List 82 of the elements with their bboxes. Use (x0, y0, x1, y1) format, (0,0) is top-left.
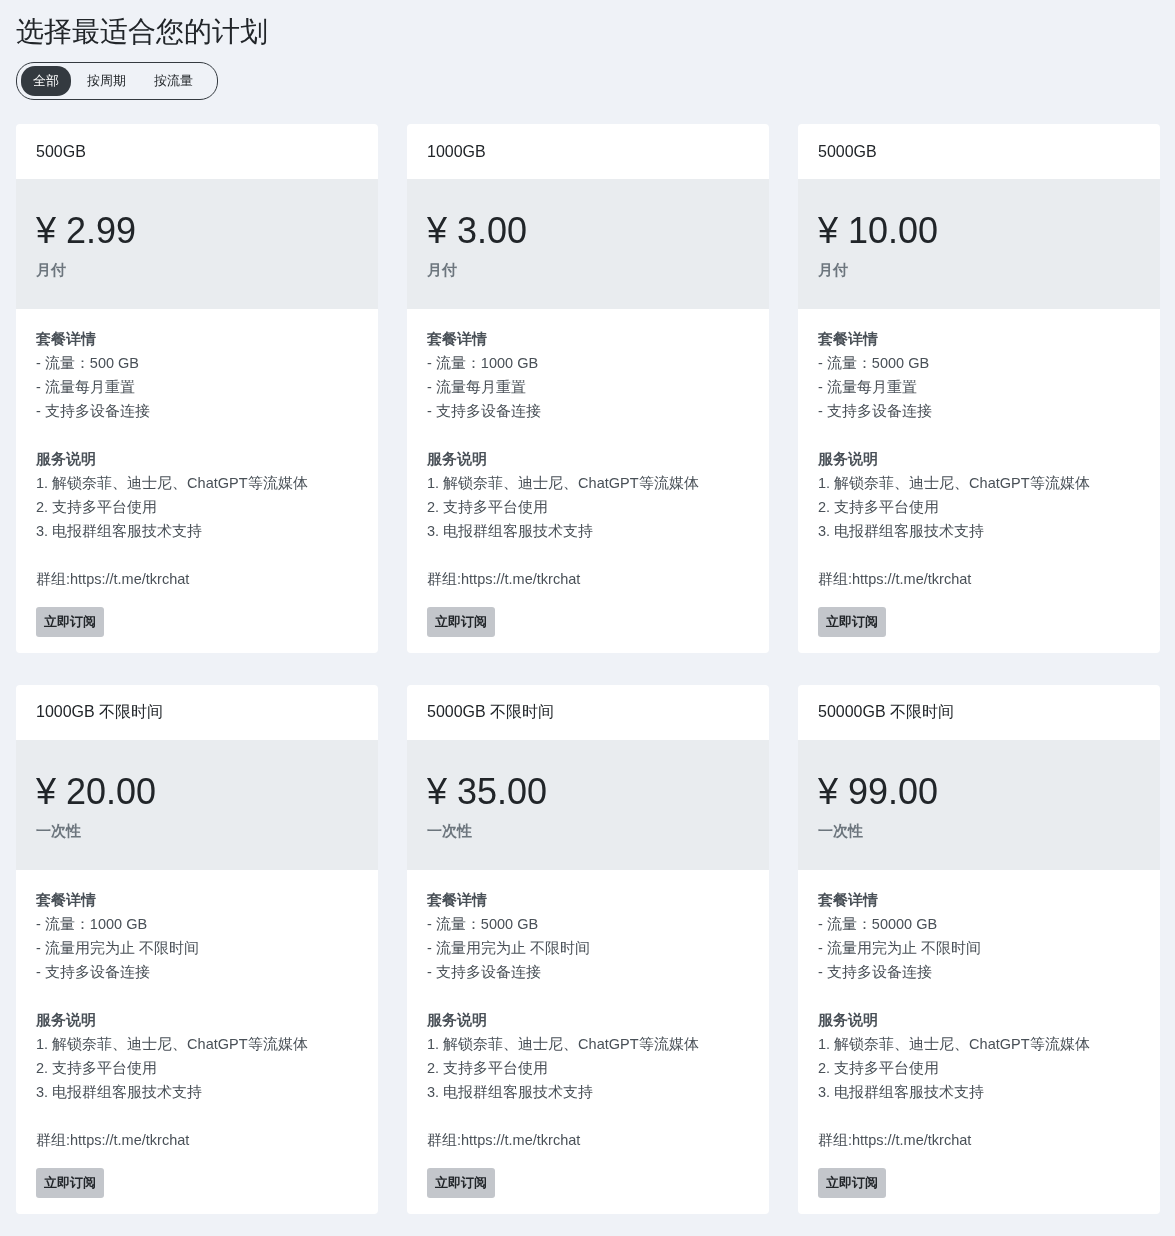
billing-period: 月付 (427, 261, 458, 281)
page-title: 选择最适合您的计划 (16, 15, 269, 49)
subscribe-button[interactable]: 立即订阅 (818, 1168, 886, 1199)
subscribe-button[interactable]: 立即订阅 (818, 607, 886, 638)
service-line: 1. 解锁奈菲、迪士尼、ChatGPT等流媒体 (427, 1035, 700, 1055)
service-line: 2. 支持多平台使用 (36, 1059, 159, 1079)
section-title: 套餐详情 (36, 330, 97, 350)
detail-line: - 流量每月重置 (36, 378, 136, 398)
plan-name: 1000GB (427, 142, 486, 161)
filter-tab[interactable]: 按流量 (142, 66, 205, 97)
section-title: 套餐详情 (818, 330, 879, 350)
detail-line: - 流量每月重置 (818, 378, 918, 398)
plan-price: ¥ 2.99 (36, 209, 138, 254)
service-line: 1. 解锁奈菲、迪士尼、ChatGPT等流媒体 (427, 474, 700, 494)
section-title: 套餐详情 (36, 891, 97, 911)
plan-name: 50000GB 不限时间 (818, 702, 955, 723)
billing-period: 一次性 (427, 822, 473, 842)
group-link-text: 群组:https://t.me/tkrchat (818, 570, 973, 590)
section-title: 套餐详情 (818, 891, 879, 911)
billing-period: 月付 (36, 261, 67, 281)
detail-line: - 流量用完为止 不限时间 (36, 939, 200, 959)
plan-name: 5000GB 不限时间 (427, 702, 555, 723)
detail-line: - 支持多设备连接 (427, 963, 542, 983)
detail-line: - 流量：1000 GB (427, 354, 540, 374)
plan-name: 500GB (36, 142, 86, 161)
group-link-text: 群组:https://t.me/tkrchat (427, 1131, 582, 1151)
detail-line: - 流量用完为止 不限时间 (427, 939, 591, 959)
detail-line: - 流量：5000 GB (818, 354, 931, 374)
section-title: 服务说明 (36, 450, 97, 470)
plan-price: ¥ 99.00 (818, 770, 940, 815)
detail-line: - 支持多设备连接 (36, 402, 151, 422)
detail-line: - 流量：50000 GB (818, 915, 939, 935)
service-line: 3. 电报群组客服技术支持 (818, 522, 986, 542)
detail-line: - 支持多设备连接 (36, 963, 151, 983)
filter-tab[interactable]: 全部 (21, 66, 71, 97)
plan-name: 1000GB 不限时间 (36, 702, 164, 723)
detail-line: - 流量：1000 GB (36, 915, 149, 935)
detail-line: - 流量：5000 GB (427, 915, 540, 935)
plan-price: ¥ 10.00 (818, 209, 940, 254)
detail-line: - 流量：500 GB (36, 354, 141, 374)
subscribe-button[interactable]: 立即订阅 (427, 607, 495, 638)
section-title: 服务说明 (36, 1011, 97, 1031)
service-line: 3. 电报群组客服技术支持 (427, 1083, 595, 1103)
billing-period: 一次性 (36, 822, 82, 842)
service-line: 2. 支持多平台使用 (818, 498, 941, 518)
service-line: 3. 电报群组客服技术支持 (818, 1083, 986, 1103)
section-title: 服务说明 (427, 450, 488, 470)
filter-tab[interactable]: 按周期 (75, 66, 138, 97)
section-title: 服务说明 (427, 1011, 488, 1031)
service-line: 1. 解锁奈菲、迪士尼、ChatGPT等流媒体 (36, 474, 309, 494)
section-title: 服务说明 (818, 1011, 879, 1031)
section-title: 服务说明 (818, 450, 879, 470)
detail-line: - 流量每月重置 (427, 378, 527, 398)
plan-price: ¥ 3.00 (427, 209, 529, 254)
section-title: 套餐详情 (427, 330, 488, 350)
detail-line: - 支持多设备连接 (427, 402, 542, 422)
service-line: 3. 电报群组客服技术支持 (36, 522, 204, 542)
service-line: 1. 解锁奈菲、迪士尼、ChatGPT等流媒体 (818, 474, 1091, 494)
service-line: 3. 电报群组客服技术支持 (427, 522, 595, 542)
plan-price: ¥ 35.00 (427, 770, 549, 815)
detail-line: - 支持多设备连接 (818, 963, 933, 983)
service-line: 2. 支持多平台使用 (427, 1059, 550, 1079)
detail-line: - 支持多设备连接 (818, 402, 933, 422)
group-link-text: 群组:https://t.me/tkrchat (427, 570, 582, 590)
service-line: 2. 支持多平台使用 (818, 1059, 941, 1079)
plan-price: ¥ 20.00 (36, 770, 158, 815)
service-line: 3. 电报群组客服技术支持 (36, 1083, 204, 1103)
service-line: 2. 支持多平台使用 (427, 498, 550, 518)
group-link-text: 群组:https://t.me/tkrchat (36, 1131, 191, 1151)
section-title: 套餐详情 (427, 891, 488, 911)
billing-period: 一次性 (818, 822, 864, 842)
group-link-text: 群组:https://t.me/tkrchat (36, 570, 191, 590)
subscribe-button[interactable]: 立即订阅 (427, 1168, 495, 1199)
group-link-text: 群组:https://t.me/tkrchat (818, 1131, 973, 1151)
service-line: 1. 解锁奈菲、迪士尼、ChatGPT等流媒体 (818, 1035, 1091, 1055)
subscribe-button[interactable]: 立即订阅 (36, 607, 104, 638)
service-line: 1. 解锁奈菲、迪士尼、ChatGPT等流媒体 (36, 1035, 309, 1055)
detail-line: - 流量用完为止 不限时间 (818, 939, 982, 959)
service-line: 2. 支持多平台使用 (36, 498, 159, 518)
billing-period: 月付 (818, 261, 849, 281)
plan-name: 5000GB (818, 142, 877, 161)
subscribe-button[interactable]: 立即订阅 (36, 1168, 104, 1199)
